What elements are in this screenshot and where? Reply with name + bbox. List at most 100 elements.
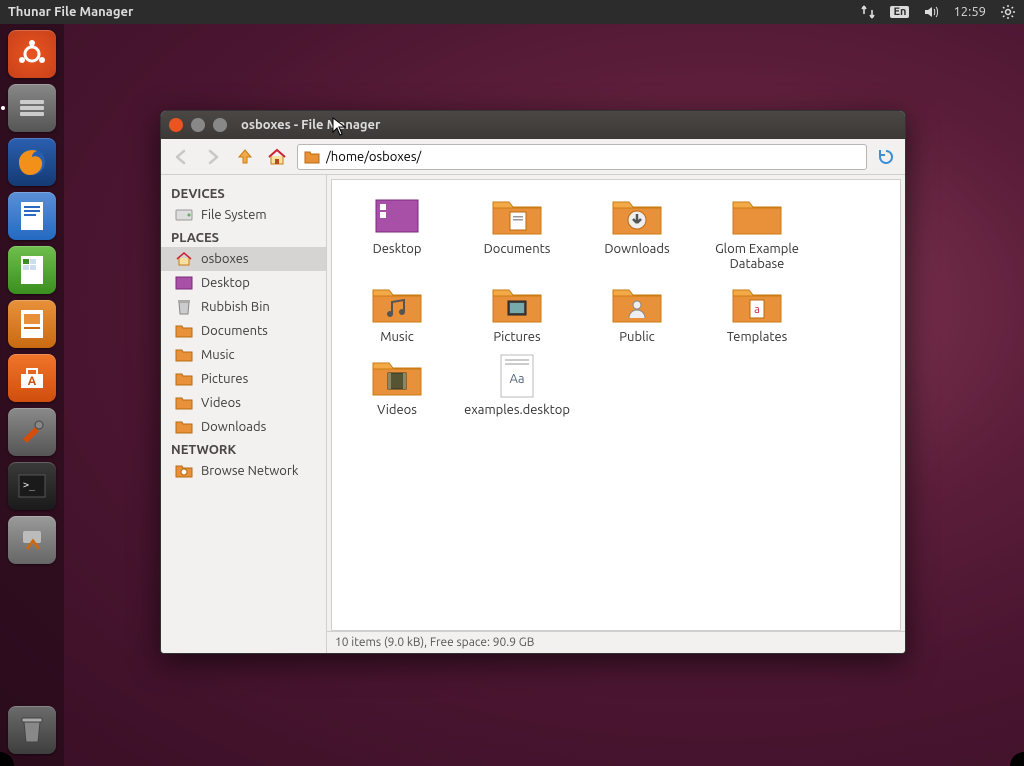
sidebar-item-videos[interactable]: Videos — [161, 391, 326, 415]
folder-icon — [175, 322, 193, 340]
launcher-libreoffice-calc[interactable] — [8, 246, 56, 294]
svg-text:A: A — [28, 375, 37, 388]
file-label: Downloads — [604, 242, 669, 257]
down-folder-icon — [610, 194, 664, 238]
sidebar-item-desktop[interactable]: Desktop — [161, 271, 326, 295]
sidebar-item-label: osboxes — [201, 252, 249, 266]
sidebar-header: DEVICES — [161, 183, 326, 203]
folder-icon — [175, 370, 193, 388]
launcher-trash[interactable] — [8, 706, 56, 754]
file-label: Templates — [727, 330, 788, 345]
sidebar-item-downloads[interactable]: Downloads — [161, 415, 326, 439]
svg-text:Aa: Aa — [509, 372, 524, 386]
file-examples-desktop[interactable]: Aa examples.desktop — [462, 355, 572, 418]
folder-icon — [175, 346, 193, 364]
sidebar-header: NETWORK — [161, 439, 326, 459]
sidebar-item-file-system[interactable]: File System — [161, 203, 326, 227]
sidebar-item-label: Documents — [201, 324, 268, 338]
system-tray: En 12:59 — [860, 4, 1016, 20]
sidebar-item-label: Desktop — [201, 276, 250, 290]
launcher-files[interactable] — [8, 84, 56, 132]
sidebar-item-rubbish-bin[interactable]: Rubbish Bin — [161, 295, 326, 319]
file-music[interactable]: Music — [342, 282, 452, 345]
file-desktop[interactable]: Desktop — [342, 194, 452, 272]
sidebar-item-label: Downloads — [201, 420, 266, 434]
network-icon[interactable] — [860, 4, 876, 20]
home-button[interactable] — [265, 145, 289, 169]
maximize-button[interactable] — [213, 118, 227, 132]
launcher-ubuntu-dash[interactable] — [8, 30, 56, 78]
sidebar-item-pictures[interactable]: Pictures — [161, 367, 326, 391]
pic-folder-icon — [490, 282, 544, 326]
launcher-ubuntu-software[interactable]: A — [8, 354, 56, 402]
sidebar-item-label: File System — [201, 208, 267, 222]
toolbar — [161, 139, 905, 175]
sidebar: DEVICES File System PLACES osboxes Desktop Ru… — [161, 175, 327, 653]
file-label: Pictures — [493, 330, 540, 345]
file-label: examples.desktop — [464, 403, 570, 418]
keyboard-indicator[interactable]: En — [890, 6, 909, 18]
file-label: Public — [619, 330, 654, 345]
forward-button[interactable] — [201, 145, 225, 169]
folder-icon — [175, 394, 193, 412]
back-button[interactable] — [169, 145, 193, 169]
folder-icon — [730, 194, 784, 238]
desktop-file-icon: Aa — [490, 355, 544, 399]
minimize-button[interactable] — [191, 118, 205, 132]
sidebar-item-label: Videos — [201, 396, 241, 410]
path-bar[interactable] — [297, 144, 867, 170]
folder-icon — [175, 418, 193, 436]
desktop-folder-icon — [370, 194, 424, 238]
file-public[interactable]: Public — [582, 282, 692, 345]
launcher-terminal[interactable]: >_ — [8, 462, 56, 510]
launcher-libreoffice-impress[interactable] — [8, 300, 56, 348]
tmpl-folder-icon: a — [730, 282, 784, 326]
path-input[interactable] — [326, 150, 860, 164]
sidebar-item-label: Music — [201, 348, 235, 362]
svg-text:a: a — [754, 304, 760, 316]
close-button[interactable] — [169, 118, 183, 132]
file-documents[interactable]: Documents — [462, 194, 572, 272]
gear-icon[interactable] — [1000, 4, 1016, 20]
sidebar-item-browse-network[interactable]: Browse Network — [161, 459, 326, 483]
file-pictures[interactable]: Pictures — [462, 282, 572, 345]
sidebar-item-music[interactable]: Music — [161, 343, 326, 367]
public-folder-icon — [610, 282, 664, 326]
up-button[interactable] — [233, 145, 257, 169]
svg-text:>_: >_ — [23, 480, 36, 491]
top-menubar: Thunar File Manager En 12:59 — [0, 0, 1024, 24]
desktop-icon — [175, 274, 193, 292]
sidebar-item-documents[interactable]: Documents — [161, 319, 326, 343]
titlebar[interactable]: osboxes - File Manager — [161, 111, 905, 139]
music-folder-icon — [370, 282, 424, 326]
clock[interactable]: 12:59 — [953, 5, 986, 19]
sidebar-item-osboxes[interactable]: osboxes — [161, 247, 326, 271]
launcher-firefox[interactable] — [8, 138, 56, 186]
file-downloads[interactable]: Downloads — [582, 194, 692, 272]
app-title: Thunar File Manager — [8, 5, 860, 19]
sidebar-item-label: Browse Network — [201, 464, 298, 478]
network-icon — [175, 462, 193, 480]
launcher-libreoffice-writer[interactable] — [8, 192, 56, 240]
home-icon — [175, 250, 193, 268]
file-templates[interactable]: a Templates — [702, 282, 812, 345]
launcher-tools[interactable] — [8, 516, 56, 564]
reload-button[interactable] — [875, 146, 897, 168]
file-manager-window: osboxes - File Manager DEVICES File Syste… — [160, 110, 906, 654]
volume-icon[interactable] — [923, 4, 939, 20]
file-label: Desktop — [373, 242, 422, 257]
folder-icon — [304, 150, 320, 164]
sidebar-item-label: Rubbish Bin — [201, 300, 270, 314]
file-label: Videos — [377, 403, 417, 418]
statusbar: 10 items (9.0 kB), Free space: 90.9 GB — [327, 631, 905, 653]
status-text: 10 items (9.0 kB), Free space: 90.9 GB — [335, 636, 534, 649]
launcher-settings[interactable] — [8, 408, 56, 456]
sidebar-header: PLACES — [161, 227, 326, 247]
file-glom-example-database[interactable]: Glom Example Database — [702, 194, 812, 272]
file-videos[interactable]: Videos — [342, 355, 452, 418]
video-folder-icon — [370, 355, 424, 399]
icon-view[interactable]: Desktop Documents Downloads Glom Example Da… — [331, 179, 901, 631]
docs-folder-icon — [490, 194, 544, 238]
sidebar-item-label: Pictures — [201, 372, 248, 386]
window-title: osboxes - File Manager — [241, 118, 380, 132]
